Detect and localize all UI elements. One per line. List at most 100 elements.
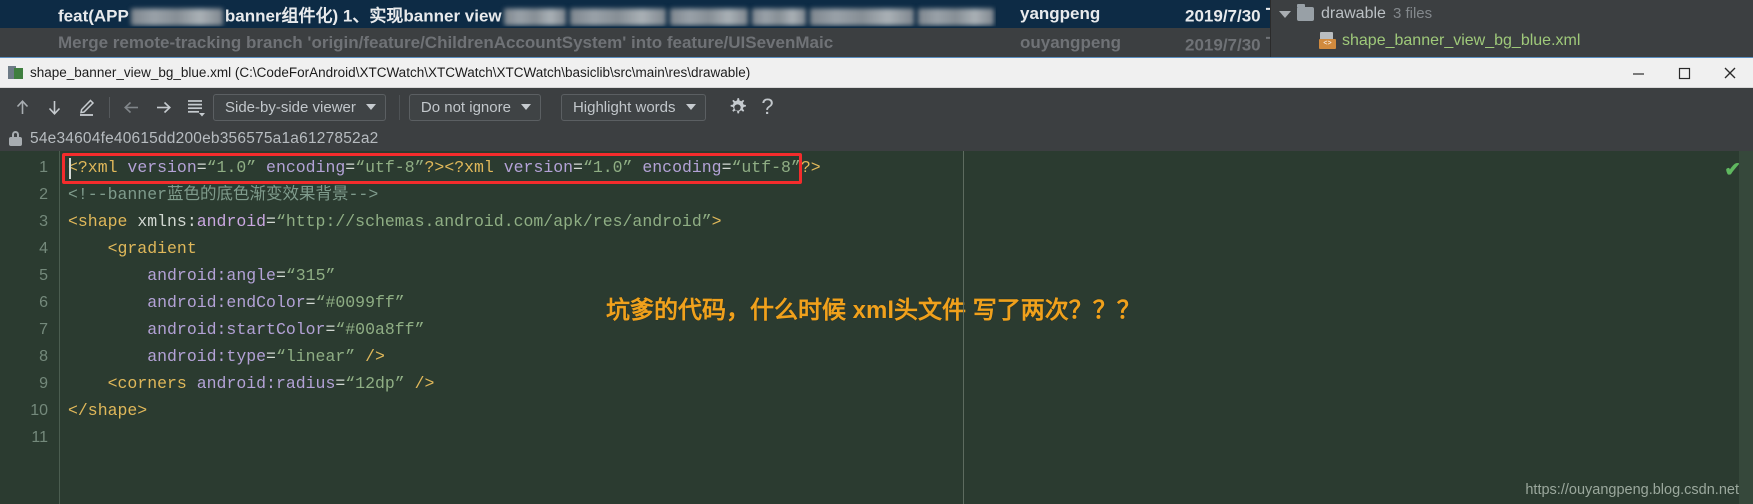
code-diff-pane: 1 2 3 4 5 6 7 8 9 10 11 <?xml version=“1.0” encodi… (0, 151, 1753, 504)
commit-message: Merge remote-tracking branch 'origin/fea… (58, 33, 834, 52)
code-token: <shape (68, 212, 138, 231)
vertical-scrollbar[interactable] (1739, 151, 1753, 504)
maximize-button[interactable] (1661, 58, 1707, 88)
line-number: 4 (39, 240, 48, 257)
code-token: “1.0” (582, 158, 633, 177)
window-controls (1615, 58, 1753, 88)
code-token: version (127, 158, 197, 177)
code-token: “1.0” (206, 158, 257, 177)
code-token: version (503, 158, 574, 177)
viewer-mode-dropdown[interactable]: Side-by-side viewer (213, 93, 386, 121)
code-line: <corners android:radius=“12dp” /> (60, 370, 1753, 397)
triangle-down-icon[interactable] (1277, 6, 1293, 22)
code-token: > (711, 212, 722, 231)
xml-file-icon-label: <> (1319, 39, 1336, 49)
code-line: </shape> (60, 397, 1753, 424)
annotation-text: 坑爹的代码，什么时候 xml头文件 写了两次？？？ (606, 297, 1141, 324)
tree-folder-row[interactable]: drawable 3 files (1271, 0, 1753, 27)
code-token: = (335, 374, 346, 393)
ignore-mode-dropdown[interactable]: Do not ignore (408, 93, 541, 121)
folder-icon (1297, 3, 1314, 21)
line-number: 9 (39, 375, 48, 392)
ignore-mode-label: Do not ignore (420, 98, 511, 116)
chevron-down-icon (685, 104, 696, 110)
diff-toolbar: Side-by-side viewer Do not ignore Highli… (0, 88, 1753, 126)
commit-row[interactable]: Merge remote-tracking branch 'origin/fea… (0, 29, 1270, 57)
code-token: <?xml (68, 158, 128, 177)
dialog-title: shape_banner_view_bg_blue.xml (C:\CodeFo… (30, 65, 751, 80)
code-token: /> (365, 347, 385, 366)
code-token: = (196, 158, 207, 177)
commit-date: 2019/7/30 下午 05:51 (1185, 6, 1270, 26)
code-token: <?xml (444, 158, 504, 177)
commit-row-selected[interactable]: feat(APP banner组件化) 1、实现banner view yangp… (0, 0, 1270, 28)
text-caret (69, 158, 71, 179)
line-number: 5 (39, 267, 48, 284)
commit-log-strip: feat(APP banner组件化) 1、实现banner view yangp… (0, 0, 1270, 57)
diff-viewer-window: feat(APP banner组件化) 1、实现banner view yangp… (0, 0, 1753, 504)
line-number: 7 (39, 321, 48, 338)
minimize-button[interactable] (1615, 58, 1661, 88)
collapse-unchanged-fragments-icon[interactable] (181, 93, 210, 122)
code-token: = (266, 347, 276, 366)
code-token: ?> (800, 158, 821, 177)
tree-file-row[interactable]: <> shape_banner_view_bg_blue.xml (1271, 27, 1753, 54)
gear-icon[interactable] (723, 93, 753, 121)
redo-icon[interactable] (149, 93, 178, 122)
xml-file-icon: <> (1319, 32, 1336, 49)
code-token: = (305, 293, 316, 312)
help-glyph: ? (761, 94, 774, 119)
code-token: encoding (632, 158, 722, 177)
code-line: android:angle=“315” (60, 262, 1753, 289)
watermark: https://ouyangpeng.blog.csdn.net (1525, 482, 1739, 498)
code-token: encoding (256, 158, 346, 177)
code-token: </shape> (68, 401, 148, 420)
code-line: <?xml version=“1.0” encoding=“utf-8”?><?… (60, 154, 1753, 181)
question-mark-icon[interactable]: ? (753, 93, 783, 121)
checkmark-icon: ✔ (1724, 159, 1741, 181)
code-line: <gradient (60, 235, 1753, 262)
code-token: = (345, 158, 356, 177)
toolbar-divider (109, 96, 110, 118)
code-content[interactable]: <?xml version=“1.0” encoding=“utf-8”?><?… (60, 151, 1753, 504)
code-token: = (266, 212, 276, 231)
tree-folder-label: drawable (1321, 4, 1386, 22)
code-token: android (196, 212, 267, 231)
commit-message: feat(APP banner组件化) 1、实现banner view (58, 2, 996, 27)
previous-difference-icon[interactable] (8, 93, 37, 122)
viewer-mode-label: Side-by-side viewer (225, 98, 356, 116)
highlight-mode-dropdown[interactable]: Highlight words (560, 93, 706, 121)
code-token: “12dp” (345, 374, 405, 393)
code-token: “http://schemas.android.com/apk/res/andr… (275, 212, 712, 231)
code-token: = (325, 320, 336, 339)
redacted-block (130, 8, 223, 26)
edit-source-icon[interactable] (72, 93, 101, 122)
code-line: android:type=“linear” /> (60, 343, 1753, 370)
code-line: <shape xmlns:android=“http://schemas.and… (60, 208, 1753, 235)
line-number: 3 (39, 213, 48, 230)
lock-icon (9, 131, 22, 146)
revision-hash[interactable]: 54e34604fe40615dd200eb356575a1a6127852a2 (30, 130, 379, 148)
dialog-titlebar: shape_banner_view_bg_blue.xml (C:\CodeFo… (0, 58, 1753, 88)
commit-author: yangpeng (1020, 4, 1101, 23)
commit-author: ouyangpeng (1020, 33, 1122, 52)
code-token: ?> (424, 158, 445, 177)
next-difference-icon[interactable] (40, 93, 69, 122)
code-token: “utf-8” (731, 158, 801, 177)
code-token: = (573, 158, 583, 177)
redacted-block (917, 8, 994, 26)
code-token: <gradient (68, 239, 197, 258)
redacted-block (669, 8, 748, 26)
undo-icon[interactable] (117, 93, 146, 122)
code-token: <!--banner蓝色的底色渐变效果背景--> (68, 185, 379, 204)
close-button[interactable] (1707, 58, 1753, 88)
code-token: /> (414, 374, 435, 393)
line-number: 2 (39, 186, 48, 203)
highlight-mode-label: Highlight words (572, 98, 676, 116)
